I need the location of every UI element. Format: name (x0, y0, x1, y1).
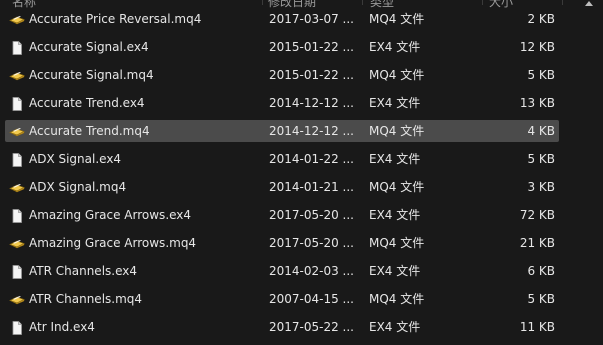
file-type: EX4 文件 (369, 264, 421, 278)
file-name: Atr Ind.ex4 (29, 320, 95, 334)
file-name: Amazing Grace Arrows.mq4 (29, 236, 197, 250)
mq4-file-icon (9, 124, 25, 138)
column-divider[interactable] (262, 0, 263, 5)
mq4-file-icon (9, 12, 25, 26)
file-date: 2014-12-12 ... (269, 124, 354, 138)
file-name: Accurate Trend.mq4 (29, 124, 150, 138)
file-type: MQ4 文件 (369, 180, 425, 194)
file-size: 4 KB (527, 124, 555, 138)
file-size: 12 KB (519, 40, 555, 54)
file-type: EX4 文件 (369, 320, 421, 334)
file-name: ATR Channels.ex4 (29, 264, 137, 278)
file-date: 2017-03-07 ... (269, 12, 354, 26)
file-size: 72 KB (519, 208, 555, 222)
file-type: EX4 文件 (369, 152, 421, 166)
file-name: ADX Signal.ex4 (29, 152, 122, 166)
file-size: 3 KB (527, 180, 555, 194)
file-date: 2014-02-03 ... (269, 264, 354, 278)
file-size: 5 KB (527, 292, 555, 306)
file-size: 5 KB (527, 68, 555, 82)
column-divider[interactable] (362, 0, 363, 5)
file-size: 11 KB (519, 320, 555, 334)
file-size: 13 KB (519, 96, 555, 110)
mq4-file-icon (9, 236, 25, 250)
ex4-file-icon (9, 264, 25, 279)
file-size: 21 KB (519, 236, 555, 250)
file-type: EX4 文件 (369, 208, 421, 222)
file-row[interactable]: Accurate Price Reversal.mq4 2017-03-07 ..… (5, 8, 559, 30)
file-name: Accurate Trend.ex4 (29, 96, 145, 110)
file-size: 6 KB (527, 264, 555, 278)
mq4-file-icon (9, 180, 25, 194)
ex4-file-icon (9, 152, 25, 167)
file-row[interactable]: ADX Signal.ex4 2014-01-22 ... EX4 文件 5 KB (5, 148, 559, 170)
file-size: 5 KB (527, 152, 555, 166)
ex4-file-icon (9, 40, 25, 55)
column-divider[interactable] (562, 0, 563, 5)
file-date: 2015-01-22 ... (269, 68, 354, 82)
file-name: Accurate Signal.mq4 (29, 68, 154, 82)
file-type: MQ4 文件 (369, 236, 425, 250)
file-name: ADX Signal.mq4 (29, 180, 127, 194)
file-date: 2014-01-21 ... (269, 180, 354, 194)
file-date: 2017-05-20 ... (269, 208, 354, 222)
file-type: EX4 文件 (369, 40, 421, 54)
file-date: 2014-12-12 ... (269, 96, 354, 110)
file-date: 2015-01-22 ... (269, 40, 354, 54)
file-type: MQ4 文件 (369, 12, 425, 26)
ex4-file-icon (9, 208, 25, 223)
column-divider[interactable] (482, 0, 483, 5)
file-name: Accurate Price Reversal.mq4 (29, 12, 202, 26)
file-date: 2007-04-15 ... (269, 292, 354, 306)
file-row[interactable]: Amazing Grace Arrows.ex4 2017-05-20 ... EX… (5, 204, 559, 226)
file-name: ATR Channels.mq4 (29, 292, 143, 306)
file-type: MQ4 文件 (369, 292, 425, 306)
file-date: 2017-05-20 ... (269, 236, 354, 250)
file-row[interactable]: ATR Channels.mq4 2007-04-15 ... MQ4 文件 5 KB (5, 288, 559, 310)
file-row[interactable]: Amazing Grace Arrows.mq4 2017-05-20 ... MQ… (5, 232, 559, 254)
file-row[interactable]: Accurate Trend.mq4 2014-12-12 ... MQ4 文件 4 … (5, 120, 559, 142)
file-row[interactable]: Accurate Signal.ex4 2015-01-22 ... EX4 文件 1… (5, 36, 559, 58)
file-row[interactable]: ADX Signal.mq4 2014-01-21 ... MQ4 文件 3 KB (5, 176, 559, 198)
file-name: Accurate Signal.ex4 (29, 40, 149, 54)
file-type: MQ4 文件 (369, 68, 425, 82)
mq4-file-icon (9, 292, 25, 306)
file-row[interactable]: ATR Channels.ex4 2014-02-03 ... EX4 文件 6 KB (5, 260, 559, 282)
file-size: 2 KB (527, 12, 555, 26)
file-type: EX4 文件 (369, 96, 421, 110)
file-row[interactable]: Accurate Trend.ex4 2014-12-12 ... EX4 文件 13… (5, 92, 559, 114)
file-date: 2014-01-22 ... (269, 152, 354, 166)
column-header-bar: 名称 修改日期 类型 大小 (0, 0, 603, 9)
ex4-file-icon (9, 96, 25, 111)
file-type: MQ4 文件 (369, 124, 425, 138)
file-name: Amazing Grace Arrows.ex4 (29, 208, 192, 222)
file-date: 2017-05-22 ... (269, 320, 354, 334)
scroll-up-arrow-icon[interactable] (583, 0, 595, 8)
file-row[interactable]: Accurate Signal.mq4 2015-01-22 ... MQ4 文件 5… (5, 64, 559, 86)
mq4-file-icon (9, 68, 25, 82)
ex4-file-icon (9, 320, 25, 335)
file-row[interactable]: Atr Ind.ex4 2017-05-22 ... EX4 文件 11 KB (5, 316, 559, 338)
